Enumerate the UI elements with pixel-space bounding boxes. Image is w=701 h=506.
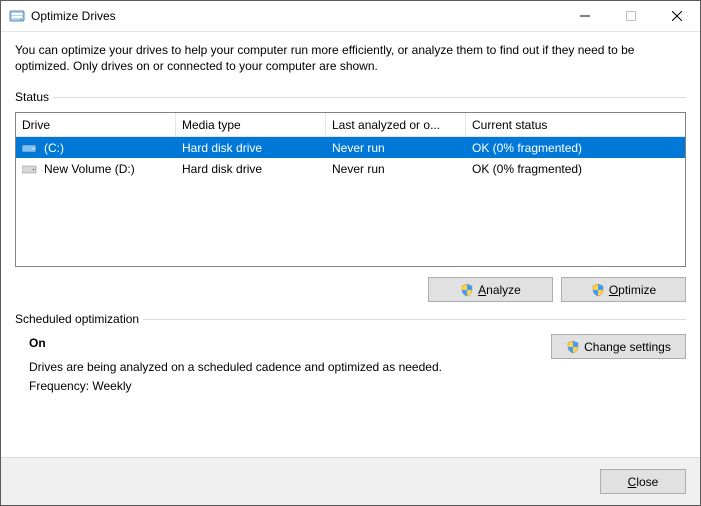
col-media[interactable]: Media type	[176, 113, 326, 136]
close-label: CCloselose	[628, 475, 659, 489]
drive-media: Hard disk drive	[176, 141, 326, 155]
drive-list[interactable]: Drive Media type Last analyzed or o... C…	[15, 112, 686, 267]
maximize-button[interactable]	[608, 1, 654, 31]
drive-status: OK (0% fragmented)	[466, 141, 685, 155]
col-drive[interactable]: Drive	[16, 113, 176, 136]
sched-desc: Drives are being analyzed on a scheduled…	[29, 358, 541, 377]
status-label-text: Status	[15, 90, 49, 104]
col-status[interactable]: Current status	[466, 113, 685, 136]
change-settings-button[interactable]: Change settings	[551, 334, 686, 359]
drive-media: Hard disk drive	[176, 162, 326, 176]
sched-label-text: Scheduled optimization	[15, 312, 139, 326]
drive-list-header: Drive Media type Last analyzed or o... C…	[16, 113, 685, 137]
close-button[interactable]	[654, 1, 700, 31]
shield-icon	[460, 283, 474, 297]
intro-text: You can optimize your drives to help you…	[15, 42, 686, 74]
drive-row[interactable]: New Volume (D:) Hard disk drive Never ru…	[16, 158, 685, 179]
drive-row[interactable]: (C:) Hard disk drive Never run OK (0% fr…	[16, 137, 685, 158]
change-settings-label: Change settings	[584, 340, 671, 354]
sched-state: On	[29, 334, 541, 353]
divider	[53, 97, 686, 98]
action-buttons: AAnalyzenalyze OOptimizeptimize	[15, 277, 686, 302]
shield-icon	[566, 340, 580, 354]
divider	[143, 319, 686, 320]
minimize-button[interactable]	[562, 1, 608, 31]
titlebar: Optimize Drives	[1, 1, 700, 32]
drive-icon	[22, 142, 38, 154]
analyze-label: AAnalyzenalyze	[478, 283, 521, 297]
sched-section-label: Scheduled optimization	[15, 312, 686, 326]
drive-last: Never run	[326, 162, 466, 176]
drive-name: (C:)	[44, 141, 64, 155]
analyze-button[interactable]: AAnalyzenalyze	[428, 277, 553, 302]
drive-status: OK (0% fragmented)	[466, 162, 685, 176]
content-area: You can optimize your drives to help you…	[1, 32, 700, 457]
shield-icon	[591, 283, 605, 297]
optimize-button[interactable]: OOptimizeptimize	[561, 277, 686, 302]
window-title: Optimize Drives	[31, 9, 116, 23]
drive-name: New Volume (D:)	[44, 162, 135, 176]
app-icon	[9, 8, 25, 24]
optimize-label: OOptimizeptimize	[609, 283, 656, 297]
sched-block: On Drives are being analyzed on a schedu…	[15, 334, 686, 396]
drive-last: Never run	[326, 141, 466, 155]
footer: CCloselose	[1, 457, 700, 505]
sched-freq: Frequency: Weekly	[29, 377, 541, 396]
col-last[interactable]: Last analyzed or o...	[326, 113, 466, 136]
status-section-label: Status	[15, 90, 686, 104]
drive-icon	[22, 163, 38, 175]
close-dialog-button[interactable]: CCloselose	[600, 469, 686, 494]
